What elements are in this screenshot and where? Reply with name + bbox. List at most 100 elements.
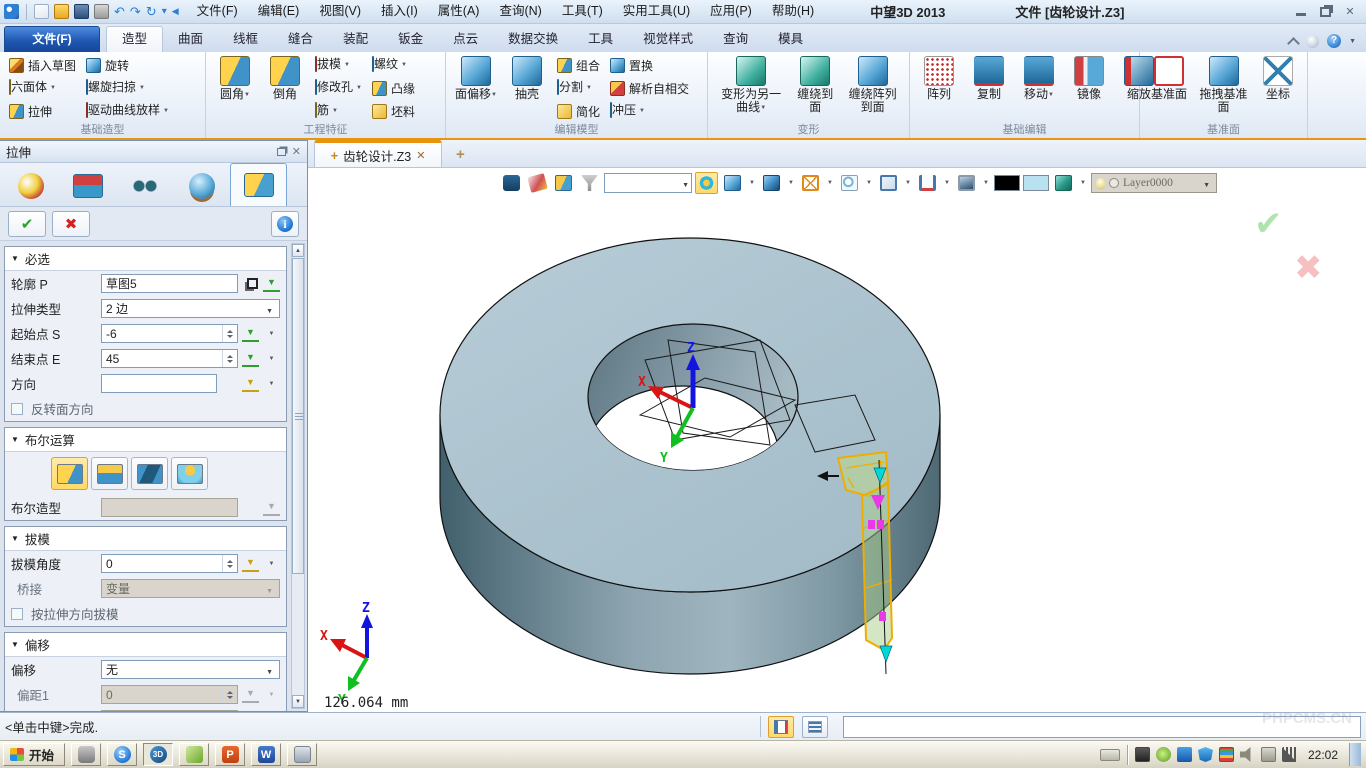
restore-button[interactable] bbox=[1320, 7, 1331, 17]
ribbon-button[interactable]: 圆角 bbox=[212, 55, 258, 103]
field-input[interactable]: 0 bbox=[101, 554, 238, 573]
save-file-icon[interactable] bbox=[74, 4, 89, 19]
insert-arrow-icon[interactable] bbox=[242, 325, 259, 342]
field-select[interactable]: 无 bbox=[101, 660, 280, 679]
regen-icon[interactable]: ↻ bbox=[146, 4, 157, 19]
info-button[interactable]: i bbox=[271, 211, 299, 237]
walk-button[interactable] bbox=[500, 172, 523, 194]
ribbon-button[interactable]: 阵列 bbox=[916, 55, 962, 102]
menu-item[interactable]: 实用工具(U) bbox=[613, 0, 700, 23]
select-caret-icon[interactable] bbox=[264, 582, 275, 596]
customize-caret-icon[interactable]: ▾ bbox=[162, 4, 167, 19]
tab-view[interactable] bbox=[116, 166, 173, 206]
sogou-browser-app-button[interactable] bbox=[107, 743, 137, 766]
scroll-down-icon[interactable]: ▼ bbox=[292, 695, 304, 708]
ok-button[interactable]: ✔ bbox=[8, 211, 46, 237]
layer-caret-icon[interactable] bbox=[1201, 176, 1212, 190]
menu-item[interactable]: 视图(V) bbox=[309, 0, 371, 23]
ribbon-button[interactable]: 插入草图 bbox=[6, 55, 79, 75]
ribbon-tab[interactable]: 造型 bbox=[106, 26, 163, 52]
render-mode-caret-icon[interactable] bbox=[786, 172, 796, 194]
ribbon-button[interactable]: 倒角 bbox=[262, 55, 308, 102]
background-caret-icon[interactable] bbox=[981, 172, 991, 194]
expand-chevrons-icon[interactable] bbox=[221, 375, 238, 392]
mid-handle-3[interactable] bbox=[879, 612, 886, 621]
ribbon-button[interactable]: 拔模 bbox=[312, 55, 365, 75]
screenshot-tool-app-button[interactable] bbox=[71, 743, 101, 766]
ribbon-button[interactable]: 分割 bbox=[554, 78, 603, 98]
redo-icon[interactable]: ↷ bbox=[130, 4, 141, 19]
powerpoint-app-button[interactable] bbox=[215, 743, 245, 766]
insert-arrow-icon[interactable] bbox=[242, 350, 259, 367]
panel-close-icon[interactable]: ✕ bbox=[292, 145, 301, 158]
document-tab[interactable]: 齿轮设计.Z3 bbox=[314, 140, 442, 167]
ribbon-tab[interactable]: 钣金 bbox=[383, 27, 438, 52]
ribbon-button[interactable]: 拉伸 bbox=[6, 101, 79, 121]
rotate-view-button[interactable] bbox=[695, 172, 718, 194]
ribbon-button[interactable]: 六面体 bbox=[6, 78, 79, 98]
ribbon-tab[interactable]: 点云 bbox=[438, 27, 493, 52]
view-combo[interactable] bbox=[604, 173, 692, 193]
zoom-document-button[interactable] bbox=[838, 172, 861, 194]
shade-face-button[interactable] bbox=[552, 172, 575, 194]
background-button[interactable] bbox=[955, 172, 978, 194]
ribbon-button[interactable]: 变形为另一曲线 bbox=[714, 55, 788, 116]
input-mode-toggle[interactable] bbox=[768, 716, 794, 738]
ribbon-button[interactable]: 缠绕到面 bbox=[792, 55, 838, 115]
section-header[interactable]: 布尔运算 bbox=[5, 428, 286, 452]
scroll-thumb[interactable] bbox=[292, 258, 304, 574]
viewport-canvas[interactable]: Layer0000 bbox=[308, 168, 1366, 712]
ribbon-button[interactable]: 面偏移 bbox=[452, 55, 500, 103]
ribbon-tab[interactable]: 查询 bbox=[708, 27, 763, 52]
calculator-app-button[interactable] bbox=[287, 743, 317, 766]
ribbon-tab[interactable]: 工具 bbox=[573, 27, 628, 52]
insert-arrow-icon[interactable] bbox=[242, 555, 259, 572]
dropdown-caret-icon[interactable] bbox=[263, 350, 280, 367]
wireframe-mode-caret-icon[interactable] bbox=[825, 172, 835, 194]
spinner[interactable] bbox=[222, 686, 233, 703]
boolean-base-button[interactable] bbox=[51, 457, 88, 490]
spinner[interactable] bbox=[222, 555, 233, 572]
shaded-display-caret-icon[interactable] bbox=[747, 172, 757, 194]
word-app-button[interactable] bbox=[251, 743, 281, 766]
tab-input[interactable] bbox=[59, 166, 116, 206]
command-input[interactable] bbox=[843, 716, 1361, 738]
combo-caret-icon[interactable] bbox=[680, 176, 691, 190]
minimize-button[interactable] bbox=[1296, 7, 1306, 16]
layers-caret-icon[interactable] bbox=[1078, 172, 1088, 194]
ribbon-button[interactable]: 复制 bbox=[966, 55, 1012, 102]
tray-sig-icon[interactable] bbox=[1282, 747, 1297, 762]
color-swatch-lightblue[interactable] bbox=[1023, 175, 1049, 191]
select-caret-icon[interactable] bbox=[264, 302, 275, 316]
ribbon-button[interactable]: 螺纹 bbox=[369, 55, 418, 75]
ribbon-button[interactable]: 组合 bbox=[554, 55, 603, 75]
ribbon-tab[interactable]: 缝合 bbox=[273, 27, 328, 52]
ribbon-button[interactable]: 基准面 bbox=[1146, 55, 1192, 102]
insert-arrow-icon[interactable] bbox=[242, 375, 259, 392]
boolean-remove-button[interactable] bbox=[131, 457, 168, 490]
settings-icon[interactable] bbox=[1306, 35, 1319, 48]
wireframe-mode-button[interactable] bbox=[799, 172, 822, 194]
expand-chevrons-icon[interactable] bbox=[242, 499, 259, 516]
file-menu-tab[interactable]: 文件(F) bbox=[4, 26, 100, 52]
ribbon-button[interactable]: 拖拽基准面 bbox=[1196, 55, 1251, 115]
reuse-profile-icon[interactable] bbox=[242, 275, 259, 292]
boolean-intersect-button[interactable] bbox=[171, 457, 208, 490]
ribbon-button[interactable]: 解析自相交 bbox=[607, 78, 692, 98]
zoom-document-caret-icon[interactable] bbox=[864, 172, 874, 194]
layers-button[interactable] bbox=[1052, 172, 1075, 194]
menu-item[interactable]: 应用(P) bbox=[700, 0, 762, 23]
checkbox[interactable] bbox=[11, 608, 23, 620]
menu-item[interactable]: 文件(F) bbox=[187, 0, 248, 23]
panel-scrollbar[interactable]: ▲ ▼ bbox=[291, 243, 305, 709]
ribbon-button[interactable]: 筋 bbox=[312, 101, 365, 121]
color-swatch-black[interactable] bbox=[994, 175, 1020, 191]
ribbon-button[interactable]: 简化 bbox=[554, 101, 603, 121]
help-icon[interactable]: ? bbox=[1327, 34, 1341, 48]
field-input[interactable]: -6 bbox=[101, 324, 238, 343]
ribbon-tab[interactable]: 视觉样式 bbox=[628, 27, 708, 52]
dimension-display-caret-icon[interactable] bbox=[942, 172, 952, 194]
layer-visible-icon[interactable] bbox=[1096, 178, 1105, 189]
tray-spk-icon[interactable] bbox=[1240, 747, 1255, 762]
ribbon-tab[interactable]: 数据交换 bbox=[493, 27, 573, 52]
